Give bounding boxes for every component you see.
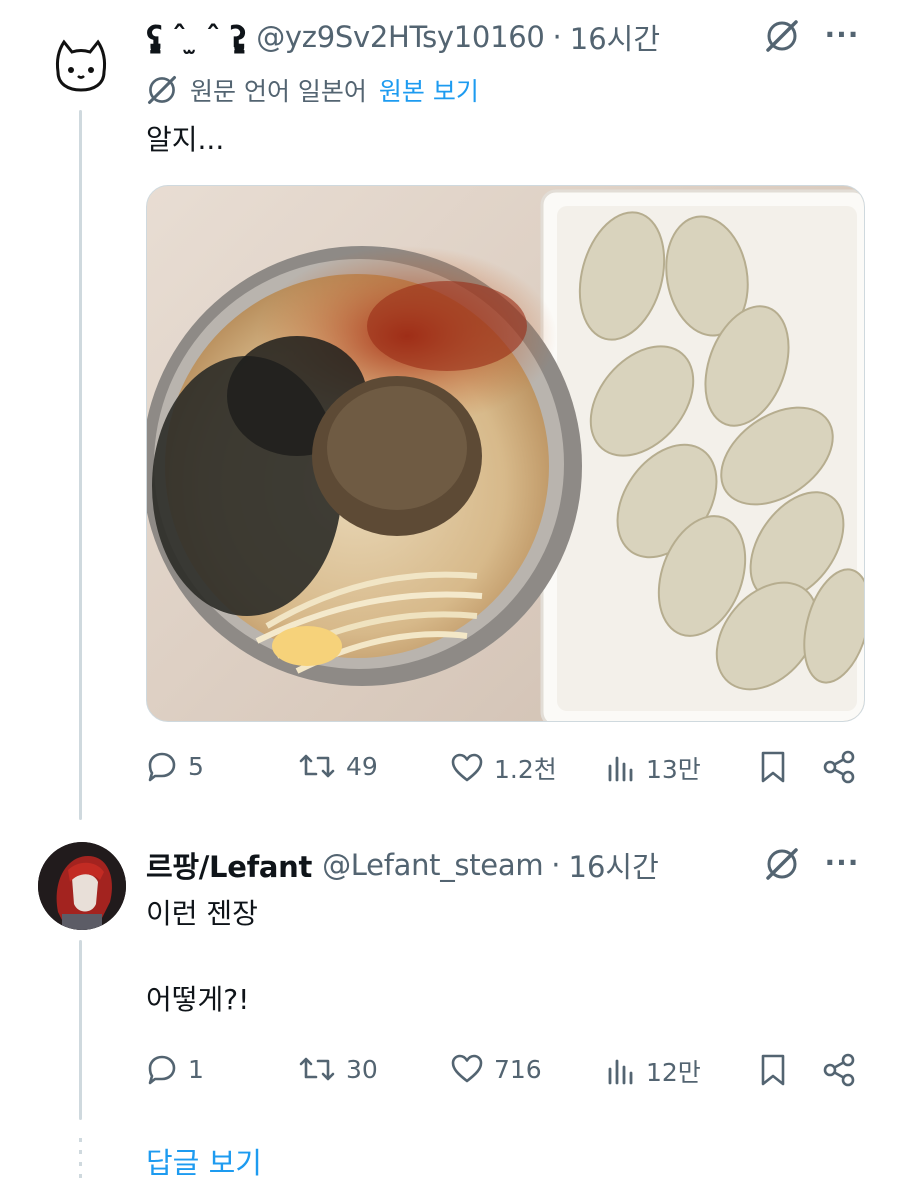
separator: · bbox=[552, 20, 562, 54]
tweet-actions: 5 49 1.2천 13만 bbox=[146, 750, 862, 790]
display-name[interactable]: ʕ̡̢̡ ˆ ̫ ˆ ʔ̢̡̢ bbox=[146, 20, 247, 54]
timestamp[interactable]: 16시간 bbox=[570, 16, 660, 58]
retweet-button[interactable]: 30 bbox=[298, 1053, 378, 1085]
bookmark-button[interactable] bbox=[758, 1053, 788, 1087]
bookmark-icon bbox=[761, 1054, 785, 1086]
like-count: 716 bbox=[494, 1054, 542, 1084]
more-button[interactable]: ··· bbox=[818, 842, 866, 882]
translation-notice: 원문 언어 일본어 원본 보기 bbox=[146, 72, 479, 108]
tweet-text: 이런 젠장 어떻게?! bbox=[146, 897, 258, 1016]
tweet-text: 알지... bbox=[146, 123, 225, 156]
grok-button[interactable] bbox=[762, 844, 802, 884]
reply-button[interactable]: 5 bbox=[146, 750, 204, 782]
like-icon bbox=[451, 1054, 483, 1083]
views-button[interactable]: 13만 bbox=[606, 750, 701, 786]
display-name[interactable]: 르팡/Lefant bbox=[146, 844, 312, 886]
thread-line-1 bbox=[79, 110, 82, 820]
retweet-count: 30 bbox=[346, 1054, 378, 1084]
grok-button[interactable] bbox=[762, 16, 802, 56]
reply-icon bbox=[148, 752, 176, 782]
grok-icon bbox=[766, 848, 798, 880]
views-icon bbox=[608, 1059, 633, 1085]
thread-line-2 bbox=[79, 940, 82, 1120]
food-photo bbox=[147, 189, 864, 721]
share-button[interactable] bbox=[822, 1053, 858, 1087]
bookmark-button[interactable] bbox=[758, 750, 788, 784]
reply-count: 5 bbox=[188, 751, 204, 781]
cat-avatar-icon bbox=[56, 39, 106, 92]
tweet-header: 르팡/Lefant @Lefant_steam · 16시간 bbox=[146, 844, 659, 886]
tweet-photo[interactable] bbox=[146, 185, 865, 722]
timestamp[interactable]: 16시간 bbox=[569, 844, 659, 886]
user-handle[interactable]: @Lefant_steam bbox=[322, 848, 543, 882]
bookmark-icon bbox=[761, 751, 785, 783]
grok-icon bbox=[766, 20, 798, 52]
avatar[interactable] bbox=[38, 22, 122, 106]
tweet-actions: 1 30 716 12만 bbox=[146, 1053, 862, 1093]
user-handle[interactable]: @yz9Sv2HTsy10160 bbox=[256, 20, 545, 54]
more-icon: ··· bbox=[824, 17, 860, 51]
reply-button[interactable]: 1 bbox=[146, 1053, 204, 1085]
like-count: 1.2천 bbox=[494, 755, 557, 784]
views-icon bbox=[608, 756, 633, 782]
thread-dots bbox=[79, 1138, 82, 1183]
tweet-header: ʕ̡̢̡ ˆ ̫ ˆ ʔ̢̡̢ @yz9Sv2HTsy10160 · 16시간 bbox=[146, 16, 660, 58]
like-icon bbox=[451, 753, 483, 782]
views-count: 12만 bbox=[646, 1058, 701, 1087]
share-icon bbox=[823, 1053, 855, 1087]
retweet-icon bbox=[299, 754, 335, 778]
like-button[interactable]: 716 bbox=[450, 1053, 542, 1085]
translation-note: 원문 언어 일본어 bbox=[190, 77, 367, 106]
more-icon: ··· bbox=[824, 845, 860, 879]
show-original-link[interactable]: 원본 보기 bbox=[379, 72, 479, 108]
show-replies-link[interactable]: 답글 보기 bbox=[146, 1140, 262, 1182]
retweet-icon bbox=[299, 1057, 335, 1081]
views-button[interactable]: 12만 bbox=[606, 1053, 701, 1089]
reply-icon bbox=[148, 1055, 176, 1085]
separator: · bbox=[551, 848, 561, 882]
share-icon bbox=[823, 750, 855, 784]
red-hair-avatar-icon bbox=[38, 842, 126, 930]
share-button[interactable] bbox=[822, 750, 858, 784]
like-button[interactable]: 1.2천 bbox=[450, 750, 557, 786]
more-button[interactable]: ··· bbox=[818, 14, 866, 54]
retweet-button[interactable]: 49 bbox=[298, 750, 378, 782]
reply-count: 1 bbox=[188, 1054, 204, 1084]
retweet-count: 49 bbox=[346, 751, 378, 781]
avatar[interactable] bbox=[38, 842, 126, 930]
views-count: 13만 bbox=[646, 755, 701, 784]
grok-icon bbox=[148, 76, 176, 104]
